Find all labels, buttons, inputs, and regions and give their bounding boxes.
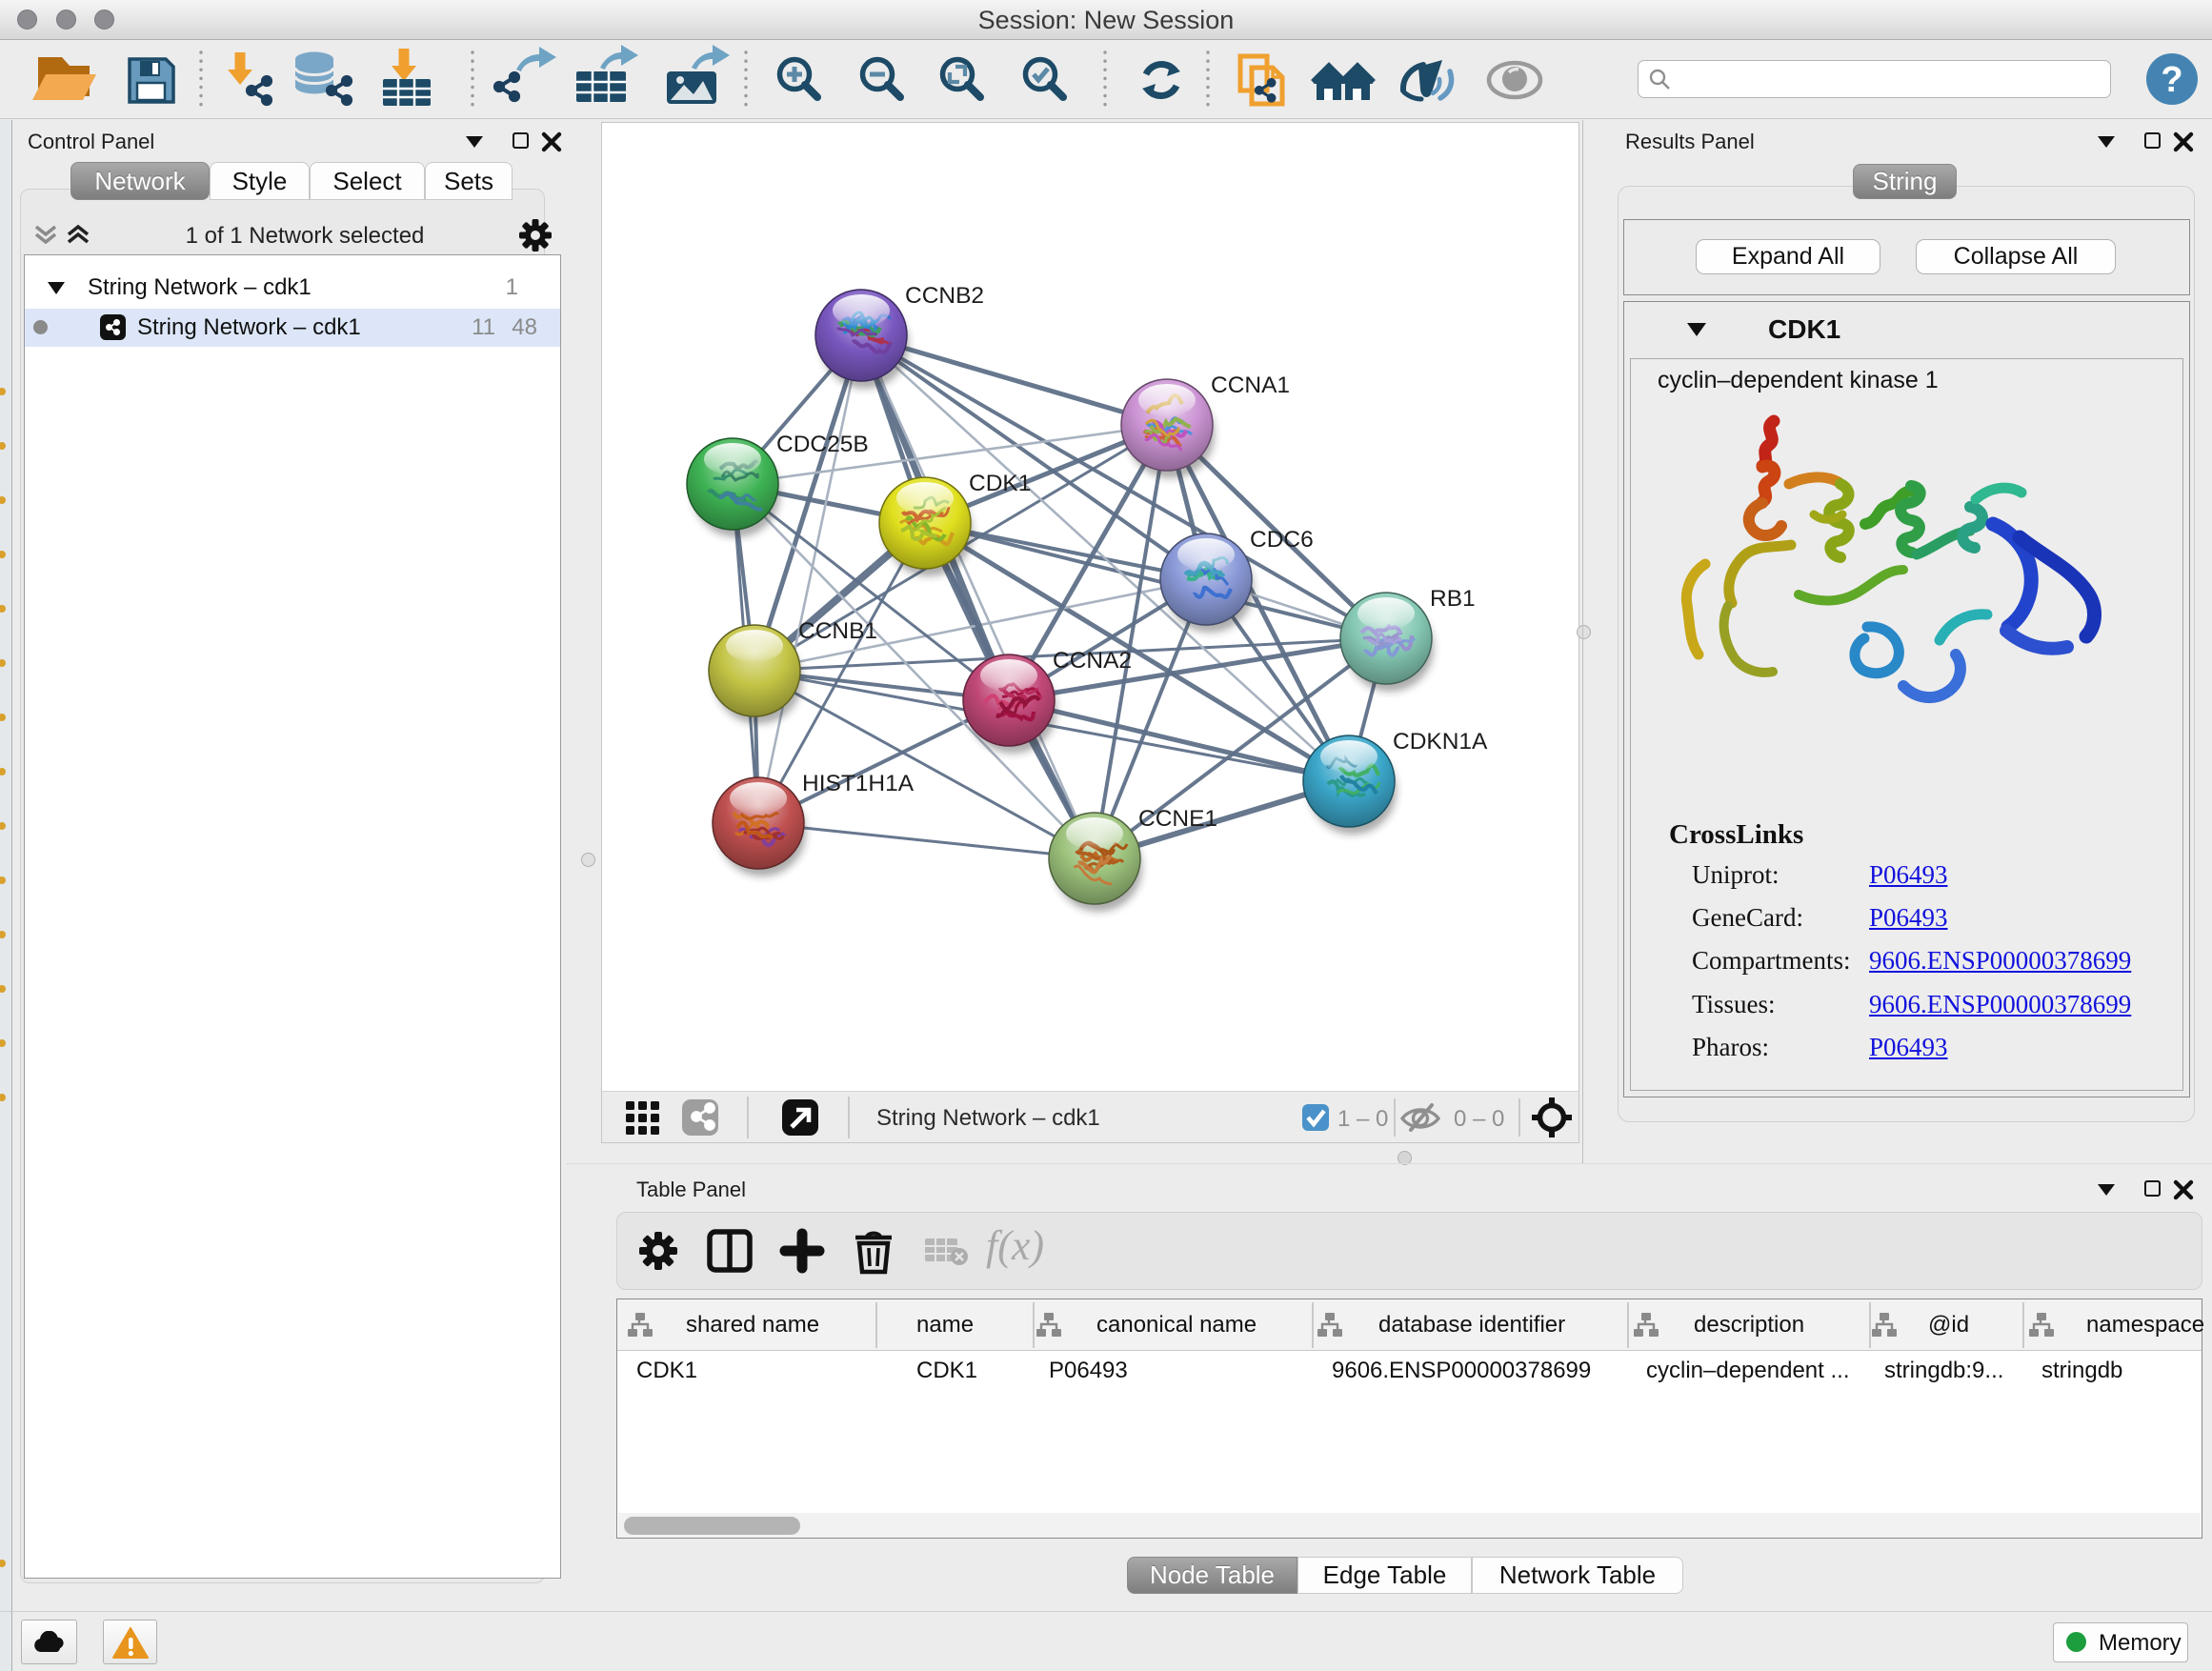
svg-text:CDKN1A: CDKN1A	[1393, 729, 1488, 755]
svg-text:CCNA1: CCNA1	[1211, 372, 1290, 398]
svg-text:?: ?	[2161, 60, 2182, 100]
svg-text:CCNB2: CCNB2	[905, 283, 984, 309]
svg-text:HIST1H1A: HIST1H1A	[802, 771, 915, 796]
svg-text:CCNB1: CCNB1	[798, 618, 877, 644]
svg-text:RB1: RB1	[1430, 586, 1476, 612]
svg-text:CDC25B: CDC25B	[776, 432, 869, 457]
svg-text:CCNA2: CCNA2	[1053, 648, 1132, 674]
svg-text:CCNE1: CCNE1	[1138, 806, 1217, 832]
svg-text:CDC6: CDC6	[1250, 527, 1314, 553]
svg-text:CDK1: CDK1	[969, 471, 1031, 496]
